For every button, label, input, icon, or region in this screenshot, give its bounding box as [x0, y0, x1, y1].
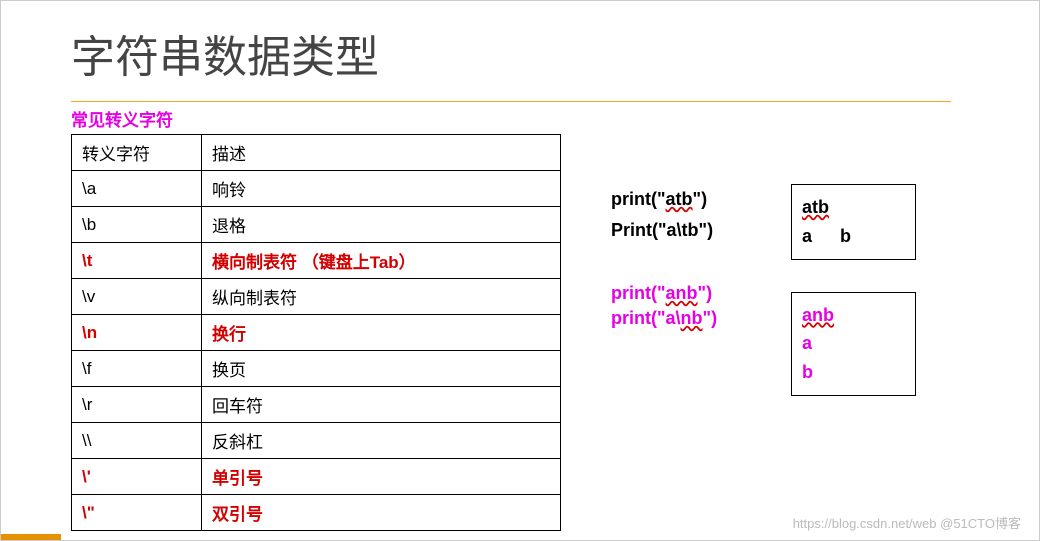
table-row: \a响铃	[72, 171, 561, 207]
snippet-4: print("a\nb")	[611, 306, 791, 331]
content-row: 转义字符 描述 \a响铃 \b退格 \t横向制表符 （键盘上Tab） \v纵向制…	[71, 134, 1039, 531]
section-subtitle: 常见转义字符	[71, 106, 1039, 131]
code-snippets: print("atb") Print("a\tb") print("anb") …	[611, 134, 791, 531]
output-line: anb	[802, 305, 834, 325]
table-row: \"双引号	[72, 495, 561, 531]
table-row: \f换页	[72, 351, 561, 387]
output-line: atb	[802, 197, 829, 217]
table-row: \\反斜杠	[72, 423, 561, 459]
output-box-2: anb a b	[791, 292, 916, 396]
table-row: \t横向制表符 （键盘上Tab）	[72, 243, 561, 279]
table-row: \n换行	[72, 315, 561, 351]
accent-bar	[1, 534, 61, 540]
header-escape: 转义字符	[72, 135, 202, 171]
table-header-row: 转义字符 描述	[72, 135, 561, 171]
output-boxes: atb ab anb a b	[791, 134, 916, 531]
output-box-1: atb ab	[791, 184, 916, 260]
snippet-1: print("atb")	[611, 189, 791, 210]
table-row: \v纵向制表符	[72, 279, 561, 315]
header-desc: 描述	[202, 135, 561, 171]
output-line: ab	[802, 222, 905, 251]
table-row: \b退格	[72, 207, 561, 243]
table-row: \r回车符	[72, 387, 561, 423]
escape-table: 转义字符 描述 \a响铃 \b退格 \t横向制表符 （键盘上Tab） \v纵向制…	[71, 134, 561, 531]
snippet-3: print("anb")	[611, 281, 791, 306]
table-row: \'单引号	[72, 459, 561, 495]
output-line: a	[802, 329, 905, 358]
snippet-2: Print("a\tb")	[611, 220, 791, 241]
divider	[71, 101, 951, 102]
watermark: https://blog.csdn.net/web @51CTO博客	[793, 513, 1021, 532]
output-line: b	[802, 358, 905, 387]
page-title: 字符串数据类型	[1, 1, 1039, 95]
